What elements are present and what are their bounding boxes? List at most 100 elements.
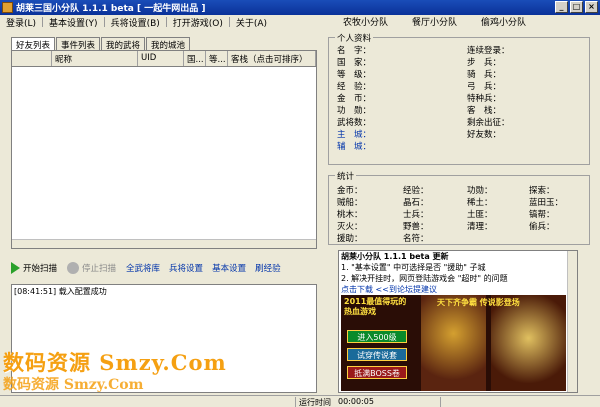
- info-country-label: 国 家：: [337, 58, 372, 68]
- link-chicken-squad[interactable]: 偷鸡小分队: [481, 15, 526, 28]
- column-header[interactable]: [12, 51, 52, 66]
- column-header[interactable]: 国...: [184, 51, 206, 66]
- link-troop-settings[interactable]: 兵将设置: [169, 262, 203, 274]
- vertical-scrollbar[interactable]: [567, 251, 577, 392]
- column-header[interactable]: 客栈（点击可排序）: [228, 51, 316, 66]
- link-refresh-exp[interactable]: 刷经验: [255, 262, 281, 274]
- friend-table[interactable]: 昵称 UID 国... 等... 客栈（点击可排序）: [11, 50, 317, 249]
- column-header[interactable]: 昵称: [52, 51, 138, 66]
- link-restaurant-squad[interactable]: 餐厅小分队: [412, 15, 457, 28]
- stat-label: 灭火：: [337, 222, 363, 232]
- info-sub-city-link[interactable]: 辅 城：: [337, 140, 371, 152]
- window-title: 胡莱三国小分队 1.1.1 beta [ 一起牛网出品 ]: [16, 4, 206, 14]
- watermark-secondary: 数码资源 Smzy.Com: [3, 377, 144, 393]
- stat-label: 金币：: [337, 186, 363, 196]
- info-generals-label: 武将数：: [337, 118, 372, 128]
- stats-group: 统计 金币： 经验： 功勋： 探索： 贼船： 晶石： 稀土： 蓝田玉： 桃木： …: [328, 170, 590, 245]
- stat-label: 名符：: [403, 234, 429, 244]
- info-level-label: 等 级：: [337, 70, 372, 80]
- play-icon: [11, 262, 20, 274]
- close-button[interactable]: ×: [585, 1, 598, 13]
- column-header[interactable]: 等...: [206, 51, 228, 66]
- personal-info-legend: 个人资料: [335, 32, 374, 44]
- forum-link[interactable]: <<到论坛提建议: [376, 285, 437, 294]
- stat-label: 援助：: [337, 234, 363, 244]
- horizontal-scrollbar[interactable]: [12, 239, 316, 248]
- tab-my-generals[interactable]: 我的武将: [101, 37, 146, 51]
- stat-label: 士兵：: [403, 210, 429, 220]
- maximize-button[interactable]: □: [570, 1, 583, 13]
- personal-info-group: 个人资料 名 字： 国 家： 等 级： 经 验： 金 币： 功 勋： 武将数： …: [328, 32, 590, 165]
- info-inn-label: 客 栈：: [467, 106, 502, 116]
- stat-label: 探索：: [529, 186, 555, 196]
- menu-basic-settings[interactable]: 基本设置(Y): [43, 16, 104, 29]
- stop-scan-button[interactable]: 停止扫描: [67, 262, 116, 274]
- stat-label: 稀土：: [467, 198, 493, 208]
- stats-legend: 统计: [335, 170, 357, 182]
- stat-label: 桃木：: [337, 210, 363, 220]
- stat-label: 偷兵：: [529, 222, 555, 232]
- start-scan-label: 开始扫描: [23, 264, 58, 274]
- minimize-button[interactable]: _: [555, 1, 568, 13]
- app-icon: [2, 2, 13, 13]
- hero-image: [491, 295, 566, 391]
- ad-button[interactable]: 试穿传说套: [347, 348, 407, 361]
- table-header: 昵称 UID 国... 等... 客栈（点击可排序）: [12, 51, 316, 67]
- start-scan-button[interactable]: 开始扫描: [11, 262, 57, 274]
- column-header[interactable]: UID: [138, 51, 184, 66]
- watermark: 数码资源 Smzy.Com: [3, 350, 227, 375]
- tab-friend-list[interactable]: 好友列表: [11, 37, 56, 51]
- info-login-days-label: 连续登录：: [467, 46, 510, 56]
- ad-button[interactable]: 进入500级: [347, 330, 407, 343]
- menu-about[interactable]: 关于(A): [230, 16, 273, 29]
- stop-scan-label: 停止扫描: [82, 264, 117, 274]
- info-infantry-label: 步 兵：: [467, 58, 502, 68]
- menu-open-game[interactable]: 打开游戏(O): [167, 16, 229, 29]
- stat-label: 镐帮：: [529, 210, 555, 220]
- info-gold-label: 金 币：: [337, 94, 372, 104]
- link-basic-settings[interactable]: 基本设置: [212, 262, 246, 274]
- tab-my-cities[interactable]: 我的城池: [146, 37, 191, 51]
- tab-event-list[interactable]: 事件列表: [56, 37, 101, 51]
- stat-label: 野兽：: [403, 222, 429, 232]
- news-line: 1. "基本设置" 中可选择是否 "援助" 子城: [341, 263, 486, 272]
- runtime-label: 运行时间: [295, 397, 331, 407]
- log-time: [08:41:51]: [14, 287, 57, 296]
- scan-toolbar: 开始扫描 停止扫描 全武将库 兵将设置 基本设置 刷经验: [11, 258, 317, 278]
- info-cavalry-label: 骑 兵：: [467, 70, 502, 80]
- stat-label: 晶石：: [403, 198, 429, 208]
- status-bar: 运行时间 00:00:05: [0, 395, 600, 407]
- menu-login[interactable]: 登录(L): [0, 16, 42, 29]
- hero-image: [421, 295, 486, 391]
- info-name-label: 名 字：: [337, 46, 372, 56]
- ad-title: 2011最值得玩的 热血游戏: [344, 297, 407, 316]
- menu-troop-settings[interactable]: 兵将设置(B): [105, 16, 166, 29]
- title-bar: 胡莱三国小分队 1.1.1 beta [ 一起牛网出品 ] _ □ ×: [0, 0, 600, 15]
- stat-label: 蓝田玉：: [529, 198, 564, 208]
- ad-button[interactable]: 抵满BOSS卷: [347, 366, 407, 379]
- info-friends-label: 好友数：: [467, 130, 502, 140]
- link-all-generals[interactable]: 全武将库: [126, 262, 160, 274]
- tab-strip: 好友列表 事件列表 我的武将 我的城池: [11, 37, 191, 51]
- log-text: 载入配置成功: [58, 287, 107, 296]
- stop-icon: [67, 262, 80, 274]
- info-remaining-label: 剩余出征：: [467, 118, 510, 128]
- news-title: 胡莱小分队 1.1.1 beta 更新: [341, 252, 449, 261]
- game-ad-banner[interactable]: 2011最值得玩的 热血游戏 天下齐争霸 传说影登场 进入500级 试穿传说套 抵…: [341, 295, 566, 391]
- stat-label: 经验：: [403, 186, 429, 196]
- info-main-city-link[interactable]: 主 城：: [337, 128, 371, 140]
- runtime-value: 00:00:05: [338, 397, 374, 406]
- menu-bar: 登录(L) 基本设置(Y) 兵将设置(B) 打开游戏(O) 关于(A) 农牧小分…: [0, 15, 600, 29]
- stat-label: 功勋：: [467, 186, 493, 196]
- stat-label: 贼船：: [337, 198, 363, 208]
- log-row: [08:41:51] 载入配置成功: [12, 285, 316, 298]
- news-line: 2. 解决开挂时，网页登陆游戏会 "超时" 的问题: [341, 274, 508, 283]
- stat-label: 土匪：: [467, 210, 493, 220]
- news-panel[interactable]: 胡莱小分队 1.1.1 beta 更新 1. "基本设置" 中可选择是否 "援助…: [338, 250, 578, 393]
- download-link[interactable]: 点击下载: [341, 285, 373, 294]
- info-merit-label: 功 勋：: [337, 106, 372, 116]
- info-archer-label: 弓 兵：: [467, 82, 502, 92]
- stat-label: 清理：: [467, 222, 493, 232]
- status-divider: [440, 397, 444, 407]
- link-farm-squad[interactable]: 农牧小分队: [343, 15, 388, 28]
